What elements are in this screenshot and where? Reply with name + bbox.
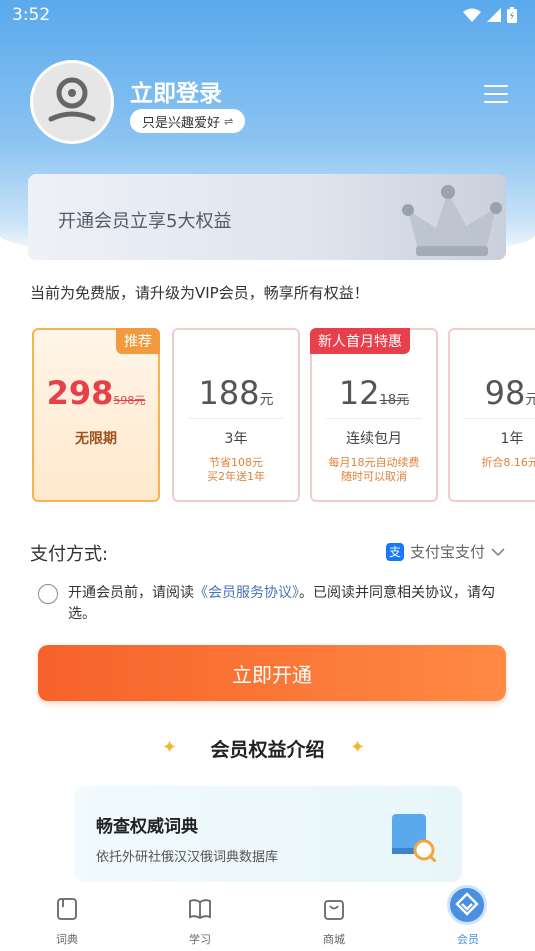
wifi-icon (463, 8, 481, 22)
payment-method-select[interactable]: 支 支付宝支付 (385, 541, 505, 562)
plan-price-value: 298 (46, 374, 114, 412)
plan-original-price: 18元 (379, 393, 410, 408)
book-open-icon (189, 899, 211, 920)
agreement-prefix: 开通会员前，请阅读 (68, 585, 194, 601)
agreement-text: 开通会员前，请阅读《会员服务协议》。已阅读并同意相关协议，请勾选。 (68, 583, 508, 625)
swap-icon: ⇌ (224, 114, 234, 128)
payment-method-value: 支付宝支付 (409, 543, 485, 561)
vip-banner-text: 开通会员立享5大权益 (58, 211, 232, 232)
plan-card-lifetime[interactable]: 推荐 298598元 无限期 (32, 328, 160, 502)
plan-period: 无限期 (75, 431, 117, 447)
tab-label: 学习 (189, 933, 211, 946)
login-title[interactable]: 立即登录 (130, 74, 222, 108)
plan-divider (188, 418, 284, 419)
vip-banner[interactable]: 开通会员立享5大权益 (28, 174, 506, 260)
plan-period: 1年 (500, 431, 524, 447)
plan-price: 1218元 (312, 374, 436, 412)
plan-note-line: 节省108元 (209, 456, 263, 469)
shopping-bag-icon (324, 900, 344, 920)
crown-icon (402, 185, 502, 256)
free-version-note: 当前为免费版，请升级为VIP会员，畅享所有权益！ (30, 284, 369, 302)
dictionary-search-icon (392, 814, 436, 862)
plan-price: 98元 (450, 374, 535, 412)
plan-divider (326, 418, 422, 419)
open-membership-button[interactable]: 立即开通 (38, 645, 506, 701)
sparkle-right-icon: ✦ (350, 737, 366, 758)
tab-label: 会员 (457, 933, 479, 946)
plan-list: 推荐 298598元 无限期 188元 3年 节省108元 买2年送1年 新人首… (32, 326, 535, 504)
plan-original-price: 598元 (113, 394, 146, 407)
tab-vip[interactable]: 会员 (428, 885, 508, 951)
plan-price: 188元 (174, 374, 298, 412)
alipay-icon: 支 (385, 542, 404, 561)
plan-badge: 新人首月特惠 (310, 328, 410, 354)
plan-price-value: 188 (198, 374, 260, 412)
plan-note-line: 折合8.16元/ (481, 456, 535, 469)
tab-study[interactable]: 学习 (160, 885, 240, 951)
plan-period: 连续包月 (346, 431, 402, 447)
plan-note: 节省108元 买2年送1年 (174, 456, 298, 484)
plan-period: 3年 (224, 431, 248, 447)
status-icons (463, 7, 517, 23)
plan-note-line: 买2年送1年 (207, 470, 265, 483)
plan-price-unit: 元 (259, 392, 274, 408)
benefits-title: 会员权益介绍 (210, 739, 325, 761)
payment-label: 支付方式: (30, 544, 109, 565)
benefit-card-title: 畅查权威词典 (96, 817, 198, 837)
plan-price-value: 98 (484, 374, 526, 412)
agreement-checkbox[interactable] (38, 584, 58, 604)
plan-note: 折合8.16元/ (450, 456, 535, 470)
tab-label: 商城 (323, 933, 345, 946)
benefit-card-desc: 依托外研社俄汉汉俄词典数据库 (96, 850, 279, 865)
status-time: 3:52 (12, 5, 51, 25)
service-agreement-link[interactable]: 《会员服务协议》 (194, 585, 299, 601)
signal-icon (487, 8, 501, 22)
plan-note: 每月18元自动续费 随时可以取消 (312, 456, 436, 484)
plan-divider (464, 418, 535, 419)
plan-price-unit: 元 (525, 392, 535, 408)
benefit-card[interactable]: 畅查权威词典 依托外研社俄汉汉俄词典数据库 (74, 786, 462, 882)
plan-card-monthly[interactable]: 新人首月特惠 1218元 连续包月 每月18元自动续费 随时可以取消 (310, 328, 438, 502)
chevron-down-icon (491, 547, 505, 556)
status-bar: 3:52 (0, 0, 535, 30)
dictionary-icon (57, 898, 77, 920)
bottom-tab-bar: 词典 学习 商城 会员 (0, 885, 535, 951)
plan-price-value: 12 (338, 374, 380, 412)
tab-dictionary[interactable]: 词典 (27, 885, 107, 951)
plan-note-line: 每月18元自动续费 (328, 456, 420, 469)
plan-card-1year[interactable]: 98元 1年 折合8.16元/ (448, 328, 535, 502)
interest-switch-button[interactable]: 只是兴趣爱好 ⇌ (130, 109, 246, 133)
battery-icon (507, 7, 517, 23)
tab-active-indicator (447, 885, 487, 925)
tab-label: 词典 (56, 933, 78, 946)
plan-badge: 推荐 (116, 328, 160, 354)
plan-price: 298598元 (34, 374, 158, 412)
menu-icon[interactable] (484, 85, 508, 105)
interest-label: 只是兴趣爱好 (142, 115, 221, 131)
tab-mall[interactable]: 商城 (294, 885, 374, 951)
plan-note-line: 随时可以取消 (341, 470, 407, 483)
vip-diamond-icon (455, 892, 479, 916)
avatar[interactable] (30, 60, 114, 144)
plan-card-3year[interactable]: 188元 3年 节省108元 买2年送1年 (172, 328, 300, 502)
